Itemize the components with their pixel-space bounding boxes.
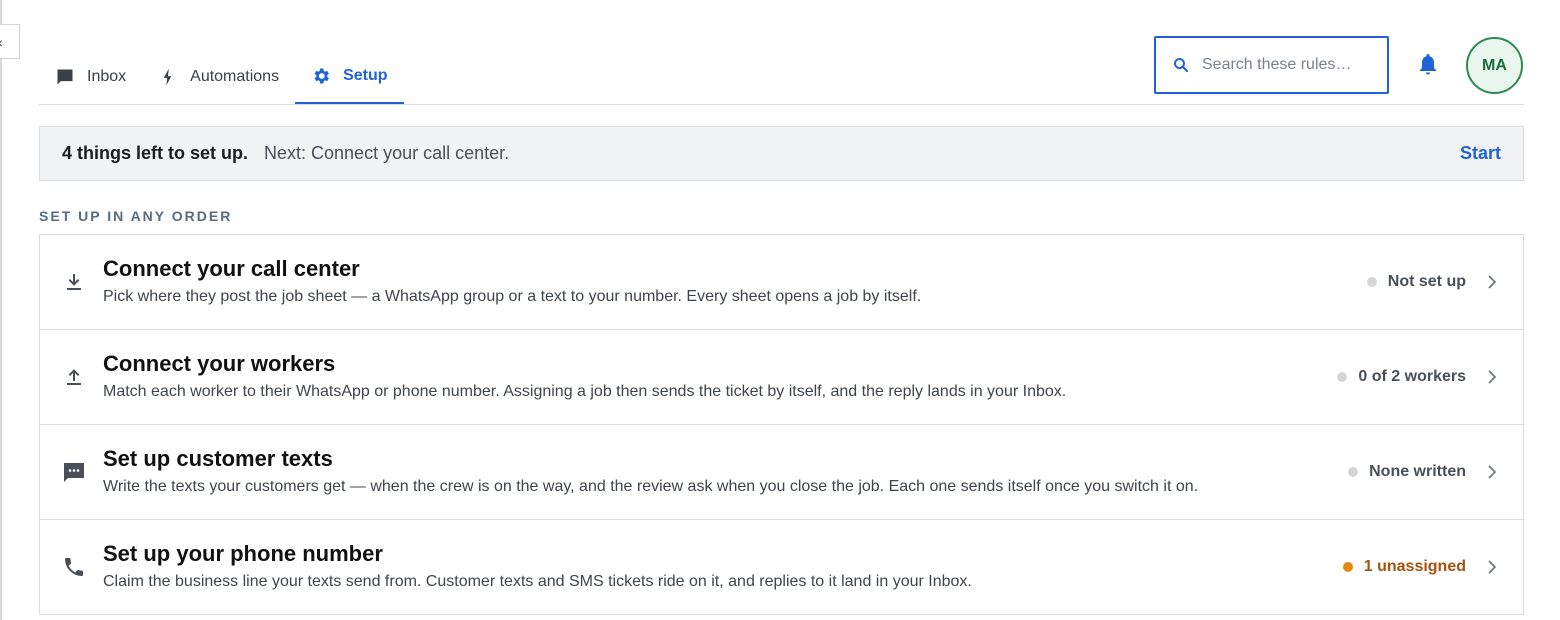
item-title: Set up customer texts	[103, 446, 333, 471]
setup-item-workers[interactable]: Connect your workers Match each worker t…	[40, 330, 1523, 425]
status-badge: None written	[1348, 463, 1466, 481]
setup-item-customer-texts[interactable]: Set up customer texts Write the texts yo…	[40, 425, 1523, 520]
chevron-right-icon	[1488, 560, 1497, 574]
status-badge: 1 unassigned	[1342, 558, 1466, 576]
download-icon	[67, 274, 81, 290]
tab-inbox[interactable]: Inbox	[39, 50, 142, 103]
item-title: Connect your workers	[103, 351, 336, 376]
chevron-right-icon	[1488, 275, 1497, 289]
status-text: 1 unassigned	[1363, 558, 1466, 575]
item-description: Write the texts your customers get — whe…	[103, 478, 1199, 495]
chat-bubble-icon	[57, 69, 73, 84]
upload-icon	[67, 369, 81, 385]
sidebar-collapse-button[interactable]: ‹	[0, 24, 20, 59]
search-box[interactable]	[1154, 36, 1389, 94]
item-description: Claim the business line your texts send …	[103, 573, 972, 590]
setup-item-call-center[interactable]: Connect your call center Pick where they…	[40, 235, 1523, 330]
tab-label: Automations	[190, 67, 280, 85]
setup-list: Connect your call center Pick where they…	[39, 234, 1524, 615]
item-title: Set up your phone number	[103, 541, 383, 566]
item-description: Pick where they post the job sheet — a W…	[103, 288, 922, 305]
status-text: Not set up	[1387, 273, 1466, 290]
item-title: Connect your call center	[103, 256, 360, 281]
tab-setup[interactable]: Setup	[295, 50, 404, 104]
status-dot	[1342, 562, 1353, 572]
phone-icon	[65, 558, 83, 576]
chevron-right-icon	[1488, 370, 1497, 384]
status-dot	[1366, 277, 1377, 287]
status-text: 0 of 2 workers	[1358, 368, 1466, 385]
status-badge: Not set up	[1366, 273, 1466, 291]
chevron-left-icon: ‹	[0, 34, 3, 50]
item-description: Match each worker to their WhatsApp or p…	[103, 383, 1067, 400]
lightning-icon	[163, 68, 172, 85]
tab-label: Inbox	[87, 67, 127, 85]
top-bar: Inbox Automations Setup MA	[39, 0, 1524, 105]
status-text: None written	[1369, 463, 1466, 480]
status-dot	[1348, 467, 1359, 477]
chevron-right-icon	[1488, 465, 1497, 479]
gear-icon	[314, 68, 329, 84]
status-dot	[1337, 372, 1348, 382]
bell-icon[interactable]	[1416, 52, 1440, 78]
status-badge: 0 of 2 workers	[1337, 368, 1466, 386]
tab-label: Setup	[343, 67, 388, 84]
message-dots-icon	[64, 463, 84, 482]
tab-bar: Inbox Automations Setup	[39, 50, 404, 105]
banner-next: Next: Connect your call center.	[264, 143, 510, 163]
left-rail	[0, 0, 2, 620]
search-input[interactable]	[1202, 56, 1372, 74]
setup-banner: 4 things left to set up. Next: Connect y…	[39, 126, 1524, 181]
banner-count: 4 things left to set up.	[62, 143, 249, 163]
avatar[interactable]: MA	[1466, 37, 1523, 94]
section-label: SET UP IN ANY ORDER	[39, 208, 233, 224]
search-icon	[1174, 58, 1189, 73]
setup-item-phone-number[interactable]: Set up your phone number Claim the busin…	[40, 520, 1523, 615]
tab-automations[interactable]: Automations	[142, 50, 295, 103]
start-button[interactable]: Start	[1460, 143, 1501, 164]
